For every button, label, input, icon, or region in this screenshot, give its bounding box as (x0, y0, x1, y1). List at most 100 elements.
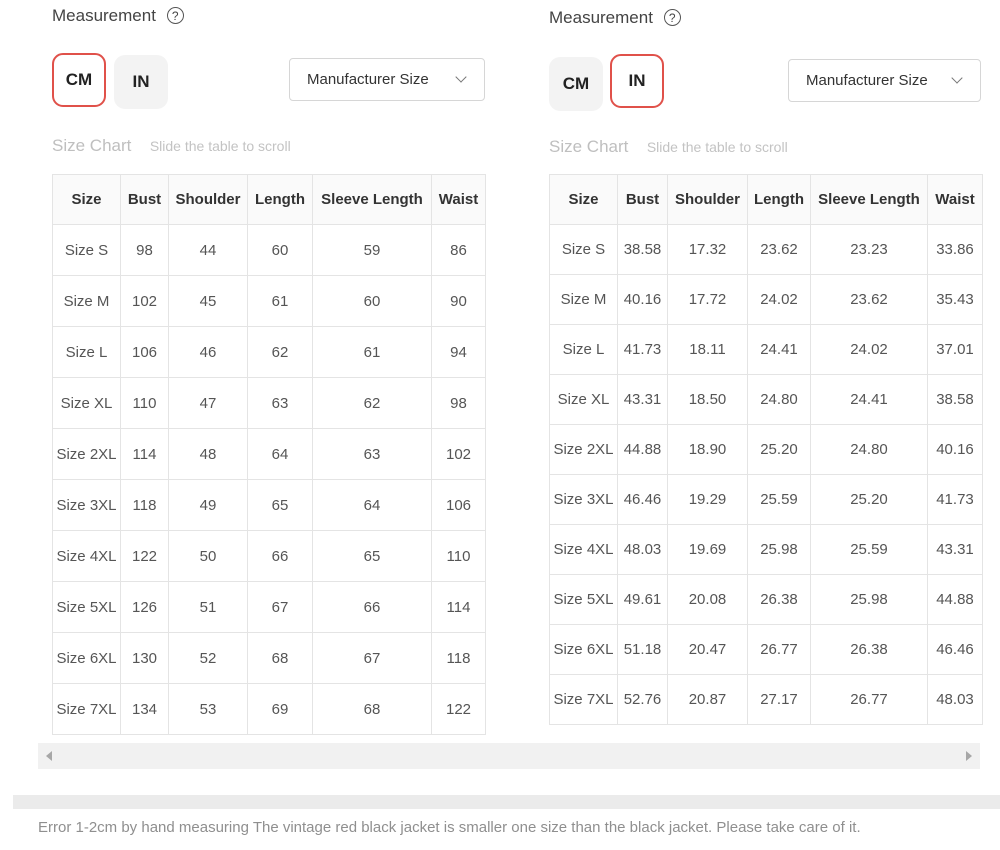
measurement-cell: 20.47 (667, 624, 748, 675)
measurement-cell: 23.23 (810, 224, 928, 275)
table-row: Size 4XL 122 50 66 65 110 (52, 530, 486, 582)
measurement-cell: 24.02 (747, 274, 811, 325)
measurement-cell: 41.73 (617, 324, 668, 375)
size-name-cell: Size S (549, 224, 618, 275)
size-table-cm[interactable]: Size Bust Shoulder Length Sleeve Length Waist… (52, 174, 486, 735)
measurement-cell: 26.38 (810, 624, 928, 675)
manufacturer-size-label: Manufacturer Size (806, 72, 928, 89)
size-name-cell: Size 4XL (549, 524, 618, 575)
measurement-cell: 65 (247, 479, 313, 531)
measurement-cell: 62 (247, 326, 313, 378)
measurement-cell: 61 (247, 275, 313, 327)
measurement-cell: 134 (120, 683, 169, 735)
measurement-cell: 18.50 (667, 374, 748, 425)
measurement-cell: 106 (431, 479, 486, 531)
measurement-cell: 52.76 (617, 674, 668, 725)
unit-cm-button[interactable]: CM (549, 57, 603, 111)
column-header: Length (247, 174, 313, 225)
measurement-label: Measurement (549, 8, 653, 27)
measurement-cell: 24.41 (810, 374, 928, 425)
horizontal-scrollbar[interactable] (38, 743, 980, 769)
measurement-cell: 47 (168, 377, 248, 429)
chevron-down-icon (455, 71, 467, 83)
table-row: Size 5XL 49.61 20.08 26.38 25.98 44.88 (549, 574, 983, 625)
measurement-cell: 63 (312, 428, 432, 480)
measurement-cell: 86 (431, 224, 486, 276)
size-chart-heading: Size Chart Slide the table to scroll (549, 137, 788, 157)
measurement-cell: 114 (120, 428, 169, 480)
measurement-cell: 49 (168, 479, 248, 531)
column-header: Waist (927, 174, 983, 225)
column-header: Waist (431, 174, 486, 225)
measurement-cell: 26.77 (747, 624, 811, 675)
size-chart-title: Size Chart (52, 136, 132, 155)
column-header: Shoulder (667, 174, 748, 225)
measurement-cell: 67 (312, 632, 432, 684)
measurement-cell: 49.61 (617, 574, 668, 625)
help-icon[interactable]: ? (166, 7, 184, 24)
measurement-cell: 64 (312, 479, 432, 531)
measurement-cell: 26.38 (747, 574, 811, 625)
measurement-cell: 53 (168, 683, 248, 735)
unit-cm-button[interactable]: CM (52, 53, 106, 107)
measurement-cell: 24.02 (810, 324, 928, 375)
help-icon[interactable]: ? (663, 9, 681, 26)
size-name-cell: Size 3XL (549, 474, 618, 525)
measurement-cell: 66 (247, 530, 313, 582)
measurement-cell: 43.31 (617, 374, 668, 425)
measurement-cell: 126 (120, 581, 169, 633)
measurement-cell: 110 (120, 377, 169, 429)
measurement-cell: 68 (247, 632, 313, 684)
measurement-cell: 18.90 (667, 424, 748, 475)
size-chart-title: Size Chart (549, 137, 629, 156)
size-name-cell: Size XL (549, 374, 618, 425)
manufacturer-size-label: Manufacturer Size (307, 71, 429, 88)
measurement-cell: 35.43 (927, 274, 983, 325)
measurement-cell: 52 (168, 632, 248, 684)
table-row: Size 3XL 46.46 19.29 25.59 25.20 41.73 (549, 474, 983, 525)
measurement-cell: 25.98 (747, 524, 811, 575)
measurement-cell: 48.03 (927, 674, 983, 725)
measurement-cell: 61 (312, 326, 432, 378)
manufacturer-size-select[interactable]: Manufacturer Size (289, 58, 485, 101)
manufacturer-size-select[interactable]: Manufacturer Size (788, 59, 981, 102)
measurement-cell: 48 (168, 428, 248, 480)
table-row: Size L 41.73 18.11 24.41 24.02 37.01 (549, 324, 983, 375)
size-name-cell: Size 3XL (52, 479, 121, 531)
measurement-cell: 45 (168, 275, 248, 327)
measurement-cell: 130 (120, 632, 169, 684)
unit-in-button[interactable]: IN (114, 55, 168, 109)
measurement-cell: 40.16 (617, 274, 668, 325)
table-row: Size M 102 45 61 60 90 (52, 275, 486, 327)
unit-in-button[interactable]: IN (610, 54, 664, 108)
column-header: Size (549, 174, 618, 225)
measurement-cell: 23.62 (810, 274, 928, 325)
size-name-cell: Size L (549, 324, 618, 375)
divider (13, 795, 1000, 809)
measurement-cell: 64 (247, 428, 313, 480)
chevron-down-icon (951, 72, 963, 84)
measurement-cell: 118 (431, 632, 486, 684)
measurement-cell: 17.72 (667, 274, 748, 325)
measurement-cell: 44.88 (617, 424, 668, 475)
table-row: Size 4XL 48.03 19.69 25.98 25.59 43.31 (549, 524, 983, 575)
measurement-cell: 59 (312, 224, 432, 276)
table-row: Size 7XL 52.76 20.87 27.17 26.77 48.03 (549, 674, 983, 725)
table-row: Size S 98 44 60 59 86 (52, 224, 486, 276)
measurement-cell: 25.20 (747, 424, 811, 475)
measurement-cell: 66 (312, 581, 432, 633)
size-table-in[interactable]: Size Bust Shoulder Length Sleeve Length Waist… (549, 174, 983, 725)
measurement-cell: 26.77 (810, 674, 928, 725)
measurement-cell: 118 (120, 479, 169, 531)
arrow-right-icon[interactable] (966, 751, 972, 761)
measurement-cell: 43.31 (927, 524, 983, 575)
column-header: Sleeve Length (810, 174, 928, 225)
arrow-left-icon[interactable] (46, 751, 52, 761)
measurement-cell: 102 (431, 428, 486, 480)
size-name-cell: Size S (52, 224, 121, 276)
column-header: Bust (120, 174, 169, 225)
size-name-cell: Size M (549, 274, 618, 325)
column-header: Size (52, 174, 121, 225)
table-row: Size 2XL 44.88 18.90 25.20 24.80 40.16 (549, 424, 983, 475)
table-row: Size XL 110 47 63 62 98 (52, 377, 486, 429)
